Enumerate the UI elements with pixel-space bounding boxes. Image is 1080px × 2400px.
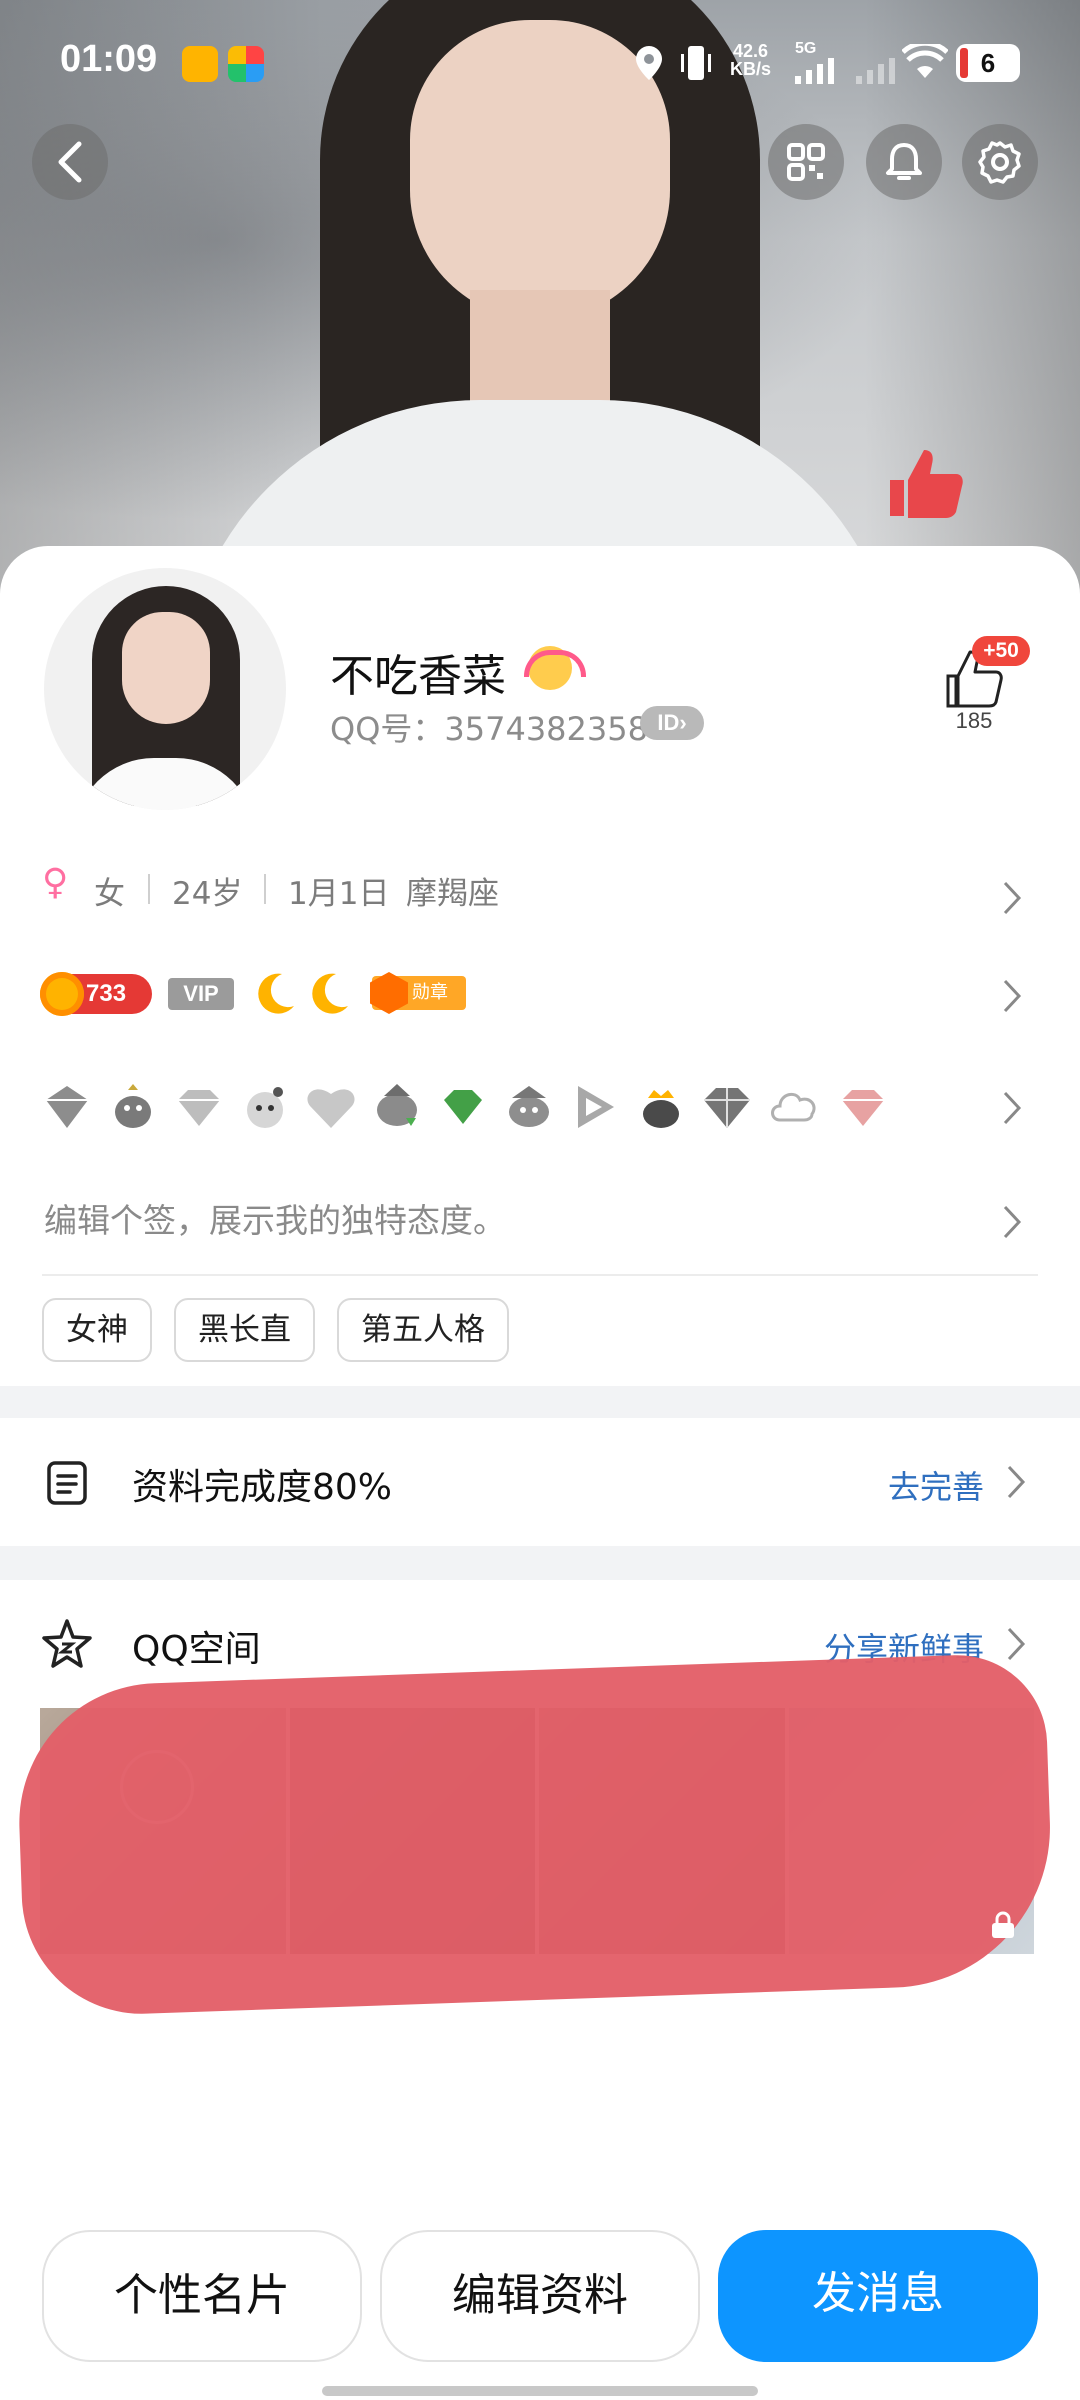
divider — [264, 874, 266, 904]
like-count: 185 — [955, 708, 993, 733]
redaction-scribble — [14, 1652, 1056, 2018]
headphone-emoji-icon — [524, 646, 586, 690]
vip-badge: VIP — [168, 978, 234, 1010]
tag[interactable]: 第五人格 — [337, 1298, 509, 1362]
vibrate-icon — [681, 46, 711, 80]
back-button[interactable] — [32, 124, 108, 200]
signature-placeholder: 编辑个签，展示我的独特态度。 — [44, 1201, 506, 1240]
chevron-right-icon — [1003, 881, 1022, 915]
medal-badge: 勋章 — [372, 976, 466, 1010]
bell-icon — [886, 143, 922, 180]
basic-info-row[interactable]: ♀ 女 24岁 1月1日 摩羯座 — [0, 858, 1080, 938]
pink-diamond-icon — [842, 1090, 884, 1126]
qzone-title: QQ空间 — [132, 1629, 261, 1670]
cloud-icon — [771, 1092, 816, 1122]
qzone-section: QQ空间 分享新鲜事 — [0, 1580, 1080, 2220]
status-time: 01:09 — [60, 38, 158, 80]
status-bar: 01:09 42.6 KB/s 5G 6 — [0, 0, 1080, 120]
birthday-text: 1月1日 — [288, 876, 390, 912]
notification-app-icon-2 — [228, 46, 264, 82]
id-badge[interactable]: ID› — [640, 706, 704, 740]
chevron-right-icon — [1003, 979, 1022, 1013]
qr-code-icon — [787, 143, 825, 181]
chevron-right-icon — [1007, 1627, 1026, 1661]
chevron-right-icon — [1007, 1465, 1026, 1499]
lock-icon — [992, 1911, 1014, 1938]
location-icon — [636, 46, 662, 80]
chevron-right-icon — [1003, 1205, 1022, 1239]
badges-row[interactable]: 733 VIP 勋章 — [0, 964, 1080, 1034]
complete-profile-link[interactable]: 去完善 — [888, 1462, 984, 1508]
battery-icon: 6 — [956, 44, 1020, 82]
send-message-button[interactable]: 发消息 — [718, 2230, 1038, 2362]
network-speed: 42.6 KB/s — [730, 41, 772, 79]
moon-icon — [258, 973, 294, 1014]
penguin-icon — [377, 1084, 417, 1126]
settings-button[interactable] — [962, 124, 1038, 200]
signal-icon-2 — [856, 58, 895, 84]
penguin-icon — [509, 1086, 549, 1127]
qq-number: QQ号：3574382358 — [330, 710, 648, 748]
qr-code-button[interactable] — [768, 124, 844, 200]
gender-text: 女 — [94, 876, 125, 912]
chevron-right-icon — [1003, 1091, 1022, 1125]
profile-card-button[interactable]: 个性名片 — [42, 2230, 362, 2362]
level-badge: 733 — [40, 972, 152, 1016]
age-text: 24岁 — [172, 876, 243, 912]
divider — [42, 1274, 1038, 1276]
diamond-icon — [46, 1086, 88, 1128]
qzone-star-icon — [42, 1619, 92, 1668]
diamond-icon — [704, 1088, 750, 1128]
signature-row[interactable]: 编辑个签，展示我的独特态度。 — [0, 1180, 1080, 1260]
notifications-button[interactable] — [866, 124, 942, 200]
notification-app-icon — [182, 46, 218, 82]
tag-list: 女神 黑长直 第五人格 — [42, 1298, 509, 1362]
heart-icon — [307, 1089, 355, 1128]
profile-name: 不吃香菜 — [330, 651, 506, 702]
diamond-icon — [178, 1090, 220, 1126]
penguin-icon — [115, 1084, 151, 1128]
game-badges-row[interactable] — [0, 1070, 1080, 1150]
signal-icon — [795, 58, 834, 84]
profile-completeness-row[interactable]: 资料完成度80% 去完善 — [0, 1418, 1080, 1546]
home-indicator[interactable] — [322, 2386, 758, 2396]
bottom-action-bar: 个性名片 编辑资料 发消息 — [0, 2190, 1080, 2400]
divider — [148, 874, 150, 904]
thumbs-up-icon — [890, 450, 963, 518]
network-type: 5G — [795, 40, 817, 57]
play-icon — [578, 1086, 614, 1128]
moon-icon — [312, 973, 348, 1014]
zodiac-text: 摩羯座 — [406, 876, 499, 912]
avatar[interactable] — [44, 568, 286, 810]
like-increment-badge: +50 — [972, 636, 1030, 666]
tag[interactable]: 黑长直 — [174, 1298, 315, 1362]
penguin-icon — [247, 1087, 283, 1128]
profile-card: 不吃香菜 QQ号：3574382358 ID› +50 185 ♀ 女 24岁 … — [0, 546, 1080, 1386]
wifi-icon — [902, 44, 948, 78]
tag[interactable]: 女神 — [42, 1298, 152, 1362]
completeness-title: 资料完成度80% — [132, 1467, 393, 1508]
edit-profile-button[interactable]: 编辑资料 — [380, 2230, 700, 2362]
document-icon — [47, 1461, 87, 1505]
chevron-left-icon — [58, 141, 82, 183]
emerald-icon — [444, 1090, 482, 1124]
gear-icon — [978, 141, 1021, 184]
female-icon: ♀ — [42, 862, 69, 903]
crown-penguin-icon — [643, 1090, 679, 1128]
